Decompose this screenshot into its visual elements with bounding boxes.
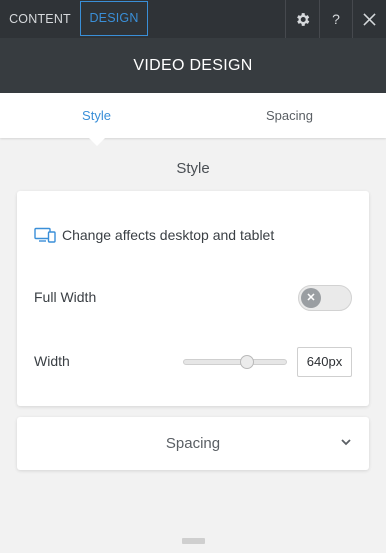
chevron-down-icon (341, 439, 351, 446)
tab-spacing[interactable]: Spacing (193, 93, 386, 138)
device-note: Change affects desktop and tablet (34, 225, 274, 245)
toggle-off-icon: ✕ (301, 288, 321, 308)
settings-button[interactable] (285, 0, 318, 38)
spacing-card[interactable]: Spacing (17, 417, 369, 470)
panel-title: VIDEO DESIGN (0, 38, 386, 93)
top-bar: CONTENT DESIGN ? (0, 0, 386, 38)
close-button[interactable] (352, 0, 385, 38)
drag-handle[interactable] (182, 538, 205, 544)
active-tab-caret (88, 137, 106, 146)
spacing-card-title: Spacing (165, 435, 221, 452)
gear-icon (296, 12, 309, 26)
width-slider-track[interactable] (183, 359, 287, 365)
tab-design[interactable]: DESIGN (80, 1, 148, 36)
width-slider-handle[interactable] (240, 355, 255, 369)
help-icon: ? (332, 11, 340, 27)
tab-style[interactable]: Style (0, 93, 193, 138)
sub-tab-bar: Style Spacing (0, 93, 386, 138)
full-width-toggle[interactable]: ✕ (298, 285, 352, 311)
full-width-label: Full Width (34, 289, 97, 305)
tab-content[interactable]: CONTENT (0, 0, 80, 38)
device-note-text: Change affects desktop and tablet (62, 227, 275, 243)
width-label: Width (34, 353, 70, 369)
help-button[interactable]: ? (319, 0, 352, 38)
width-input[interactable]: 640px (297, 347, 352, 377)
style-card: Change affects desktop and tablet Full W… (17, 191, 369, 406)
desktop-tablet-icon (34, 227, 56, 243)
close-icon (362, 12, 376, 26)
section-title: Style (176, 160, 210, 177)
